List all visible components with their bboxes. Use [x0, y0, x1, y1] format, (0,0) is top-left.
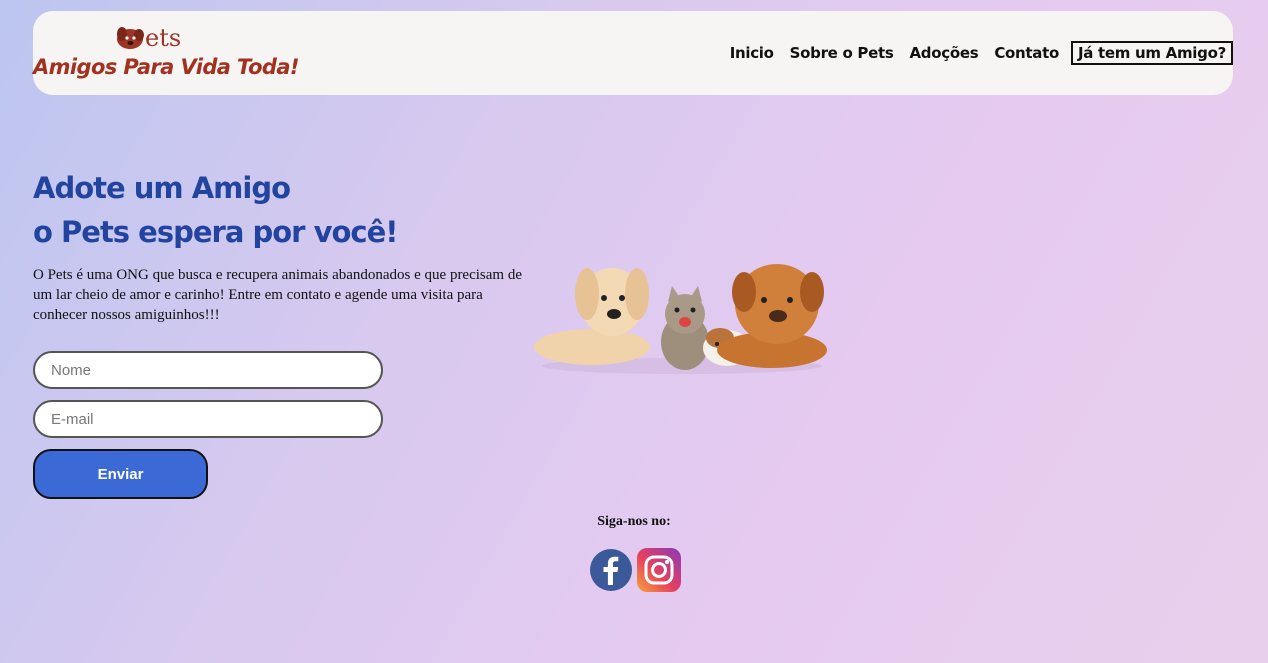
nav-inicio[interactable]: Inicio: [730, 44, 774, 62]
nav-sobre[interactable]: Sobre o Pets: [790, 44, 894, 62]
pets-illustration: [534, 264, 827, 374]
email-input[interactable]: [33, 400, 383, 438]
social-links: [589, 548, 681, 592]
hero-description: O Pets é uma ONG que busca e recupera an…: [33, 267, 522, 323]
dog-head-logo-icon: [117, 27, 144, 49]
main-nav: Inicio Sobre o Pets Adoções Contato Já t…: [714, 41, 1233, 65]
logo-mark: ets: [113, 23, 181, 53]
logo[interactable]: ets Amigos Para Vida Toda!: [33, 23, 299, 87]
facebook-icon[interactable]: [589, 548, 633, 592]
hero-title-line2: o Pets espera por você!: [33, 215, 398, 249]
site-header: ets Amigos Para Vida Toda! Inicio Sobre …: [33, 11, 1233, 95]
logo-text: ets: [145, 24, 182, 52]
nav-adocoes[interactable]: Adoções: [909, 44, 978, 62]
hero-title: Adote um Amigo o Pets espera por você!: [33, 166, 398, 254]
nav-contato[interactable]: Contato: [994, 44, 1059, 62]
hero-title-line1: Adote um Amigo: [33, 171, 291, 205]
nav-ja-tem-amigo[interactable]: Já tem um Amigo?: [1071, 41, 1233, 65]
name-input[interactable]: [33, 351, 383, 389]
send-button[interactable]: Enviar: [33, 449, 208, 499]
follow-label: Siga-nos no:: [597, 514, 671, 529]
logo-tagline: Amigos Para Vida Toda!: [33, 55, 299, 79]
instagram-icon[interactable]: [637, 548, 681, 592]
